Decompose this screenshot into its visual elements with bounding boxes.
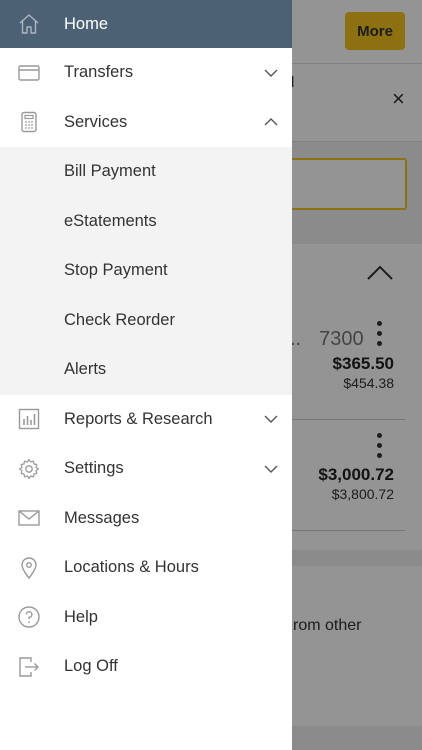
menu-item-label: Help: [64, 607, 98, 626]
menu-item-transfers[interactable]: Transfers: [0, 48, 292, 98]
menu-item-logoff[interactable]: Log Off: [0, 642, 292, 692]
home-icon: [17, 12, 41, 36]
menu-item-label: Messages: [64, 508, 140, 527]
bar-chart-icon: [17, 407, 41, 431]
submenu-item-label: Check Reorder: [64, 310, 175, 329]
menu-item-label: Log Off: [64, 657, 118, 676]
submenu-item-check-reorder[interactable]: Check Reorder: [0, 295, 292, 345]
submenu-item-label: Stop Payment: [64, 261, 168, 280]
menu-item-reports[interactable]: Reports & Research: [0, 394, 292, 444]
calculator-icon: [17, 110, 41, 134]
chevron-up-icon[interactable]: [264, 117, 278, 127]
submenu-item-estatements[interactable]: eStatements: [0, 196, 292, 246]
chevron-down-icon[interactable]: [264, 68, 278, 78]
chevron-down-icon[interactable]: [264, 414, 278, 424]
menu-item-services[interactable]: Services: [0, 97, 292, 147]
menu-item-label: Locations & Hours: [64, 558, 199, 577]
menu-item-help[interactable]: Help: [0, 592, 292, 642]
navigation-drawer: Home Transfers Services Bill Payment eSt…: [0, 0, 292, 750]
submenu-item-label: Alerts: [64, 360, 107, 379]
card-icon: [17, 61, 41, 85]
menu-item-label: Reports & Research: [64, 409, 213, 428]
submenu-item-label: eStatements: [64, 211, 157, 230]
menu-item-label: Home: [64, 14, 109, 33]
submenu-item-bill-payment[interactable]: Bill Payment: [0, 147, 292, 197]
gear-icon: [17, 457, 41, 481]
location-pin-icon: [17, 556, 41, 580]
menu-item-label: Transfers: [64, 63, 134, 82]
menu-item-label: Services: [64, 112, 128, 131]
menu-item-locations[interactable]: Locations & Hours: [0, 543, 292, 593]
logout-icon: [17, 655, 41, 679]
menu-item-settings[interactable]: Settings: [0, 444, 292, 494]
envelope-icon: [17, 506, 41, 530]
menu-item-label: Settings: [64, 459, 124, 478]
help-icon: [17, 605, 41, 629]
chevron-down-icon[interactable]: [264, 464, 278, 474]
menu-item-messages[interactable]: Messages: [0, 493, 292, 543]
submenu-item-label: Bill Payment: [64, 162, 156, 181]
submenu-item-stop-payment[interactable]: Stop Payment: [0, 246, 292, 296]
submenu-item-alerts[interactable]: Alerts: [0, 345, 292, 395]
menu-item-home[interactable]: Home: [0, 0, 292, 48]
